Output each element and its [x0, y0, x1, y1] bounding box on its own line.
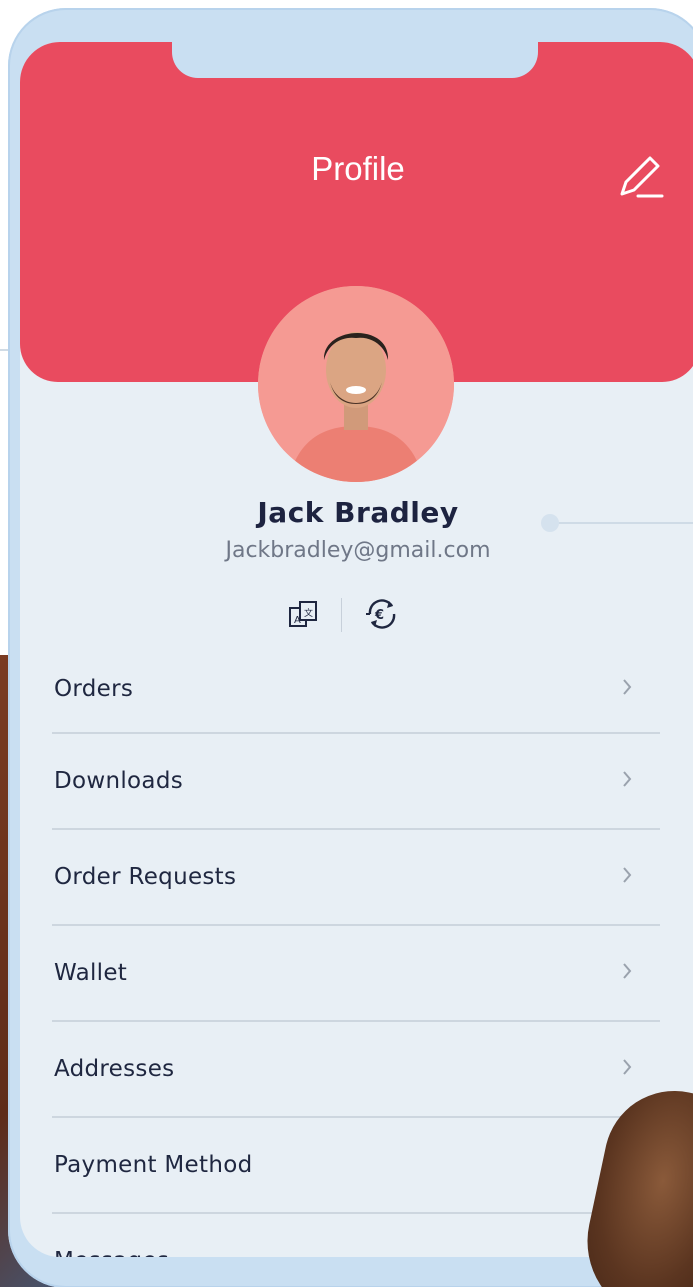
menu-item-label: Messages [54, 1214, 169, 1257]
menu-item-order-requests[interactable]: Order Requests [52, 830, 660, 926]
phone-notch [172, 42, 538, 78]
page-title: Profile [311, 150, 405, 187]
svg-text:A: A [294, 615, 301, 626]
language-button[interactable]: A 文 [284, 594, 324, 634]
mockup-scene: Profile Jack Bradley Jackbradley@gmail.c… [0, 0, 693, 1287]
profile-menu: Orders Downloads Order Requests Wallet A… [52, 646, 660, 1257]
pencil-icon [620, 156, 664, 198]
icon-divider [341, 598, 342, 632]
phone-screen: Profile Jack Bradley Jackbradley@gmail.c… [20, 42, 693, 1257]
avatar[interactable] [258, 286, 454, 482]
menu-item-label: Wallet [54, 960, 128, 986]
menu-item-label: Order Requests [54, 864, 237, 890]
menu-item-label: Addresses [54, 1056, 175, 1082]
chevron-right-icon [623, 867, 632, 883]
svg-text:€: € [374, 608, 384, 623]
avatar-photo [258, 286, 454, 482]
menu-item-label: Orders [54, 676, 134, 702]
chevron-right-icon [623, 679, 632, 695]
edit-profile-button[interactable] [616, 152, 666, 202]
menu-item-label: Downloads [54, 768, 184, 794]
menu-item-addresses[interactable]: Addresses [52, 1022, 660, 1118]
language-translate-icon: A 文 [289, 601, 317, 627]
profile-actions: A 文 € [284, 594, 424, 634]
currency-euro-exchange-icon: € [366, 599, 396, 629]
currency-button[interactable]: € [362, 594, 402, 634]
profile-name: Jack Bradley [257, 496, 459, 529]
menu-item-downloads[interactable]: Downloads [52, 734, 660, 830]
svg-text:文: 文 [304, 607, 313, 619]
profile-email: Jackbradley@gmail.com [225, 538, 491, 563]
chevron-right-icon [623, 1059, 632, 1075]
menu-item-orders[interactable]: Orders [52, 646, 660, 734]
menu-item-label: Payment Method [54, 1152, 253, 1178]
chevron-right-icon [623, 771, 632, 787]
menu-item-wallet[interactable]: Wallet [52, 926, 660, 1022]
menu-item-messages[interactable]: Messages [52, 1214, 660, 1257]
menu-item-payment-method[interactable]: Payment Method [52, 1118, 660, 1214]
chevron-right-icon [623, 963, 632, 979]
